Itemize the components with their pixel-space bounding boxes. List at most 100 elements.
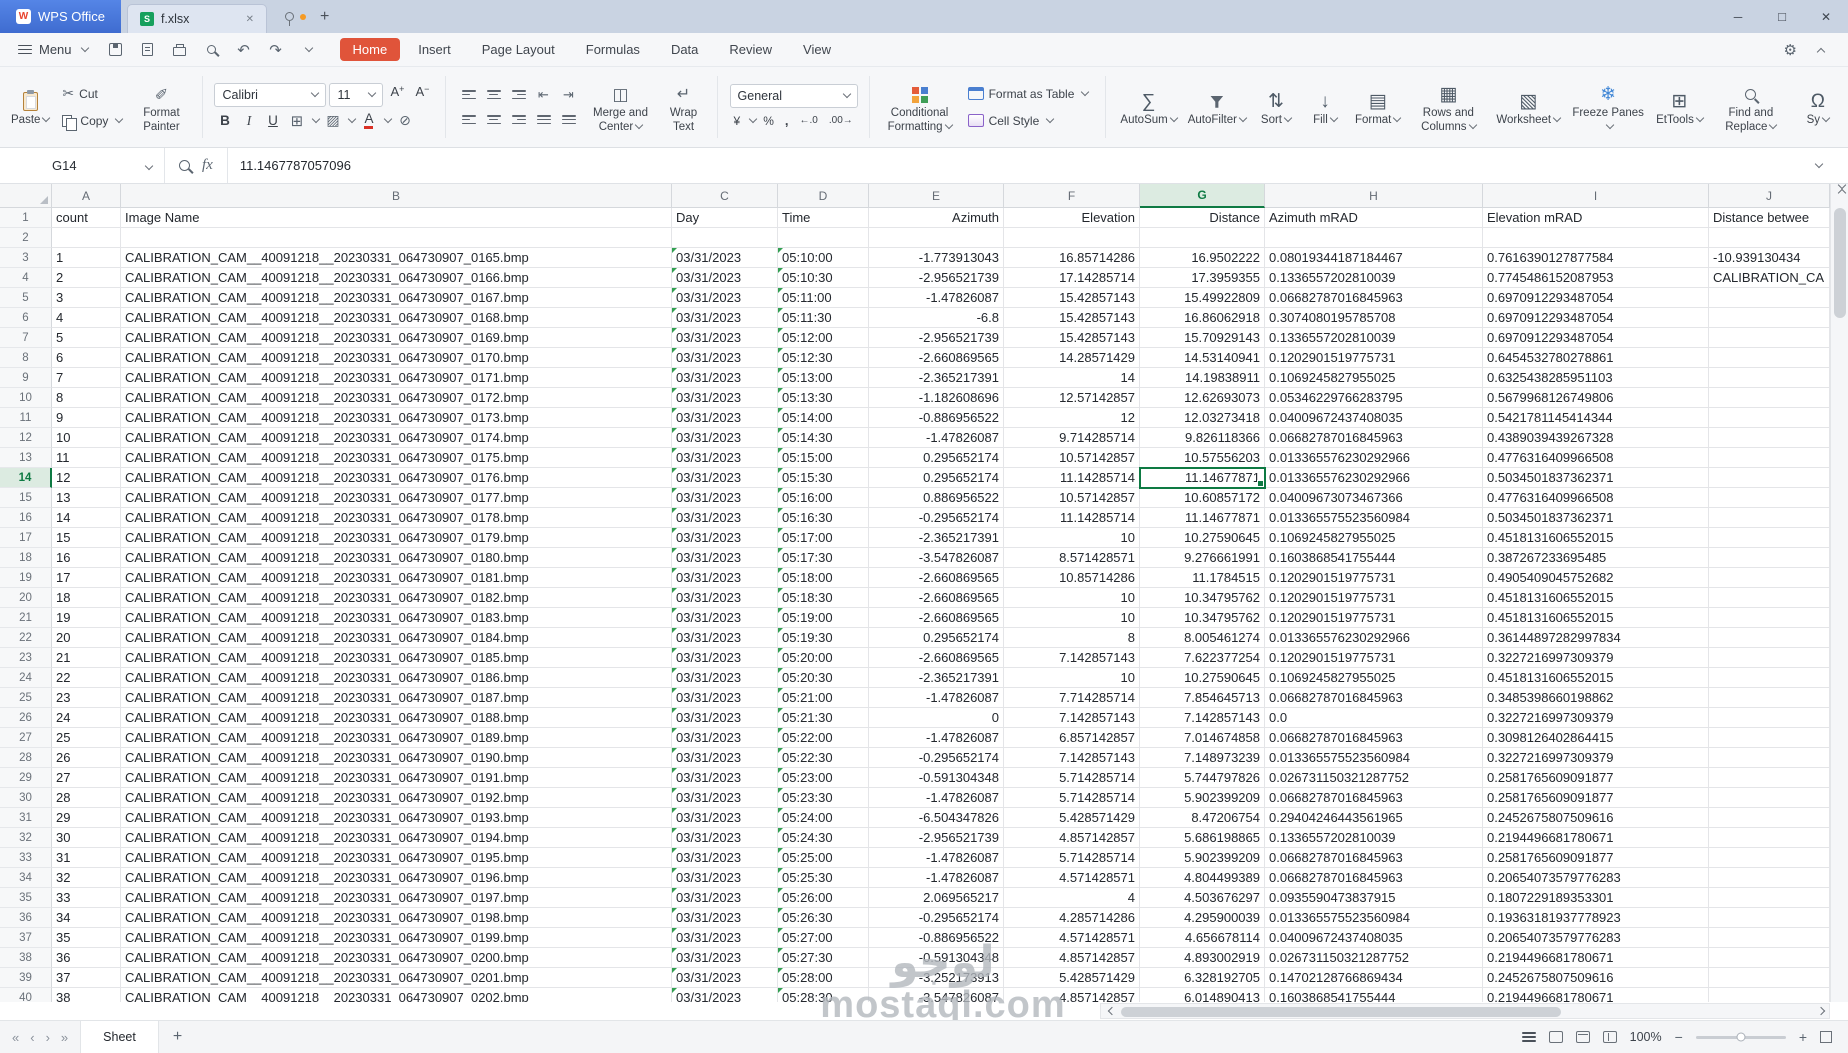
cell-A6[interactable]: 4 [52,308,121,328]
cell-B15[interactable]: CALIBRATION_CAM__40091218__20230331_0647… [121,488,672,508]
cell-E26[interactable]: 0 [869,708,1004,728]
cell-F2[interactable] [1004,228,1140,248]
cell-I29[interactable]: 0.2581765609091877 [1483,768,1709,788]
cell-C17[interactable]: 03/31/2023 [672,528,778,548]
decrease-decimal-button[interactable] [825,111,857,131]
autosum-button[interactable]: ∑ AutoSum [1117,85,1179,130]
row-header-23[interactable]: 23 [0,648,52,668]
decrease-indent-button[interactable]: ⇤ [533,84,555,106]
cell-I13[interactable]: 0.4776316409966508 [1483,448,1709,468]
tab-review[interactable]: Review [716,38,785,61]
cell-F32[interactable]: 4.857142857 [1004,828,1140,848]
tab-home[interactable]: Home [339,38,401,61]
cell-C7[interactable]: 03/31/2023 [672,328,778,348]
cell-D29[interactable]: 05:23:00 [778,768,869,788]
row-header-11[interactable]: 11 [0,408,52,428]
cell-D5[interactable]: 05:11:00 [778,288,869,308]
cell-I7[interactable]: 0.6970912293487054 [1483,328,1709,348]
cell-E33[interactable]: -1.47826087 [869,848,1004,868]
cell-A19[interactable]: 17 [52,568,121,588]
cell-I35[interactable]: 0.1807229189353301 [1483,888,1709,908]
cell-I15[interactable]: 0.4776316409966508 [1483,488,1709,508]
cell-J8[interactable] [1709,348,1830,368]
cell-J17[interactable] [1709,528,1830,548]
cell-C11[interactable]: 03/31/2023 [672,408,778,428]
cell-D25[interactable]: 05:21:00 [778,688,869,708]
cell-G26[interactable]: 7.142857143 [1140,708,1265,728]
cell-J18[interactable] [1709,548,1830,568]
percent-button[interactable] [759,111,778,131]
cell-A11[interactable]: 9 [52,408,121,428]
cell-A2[interactable] [52,228,121,248]
cell-B16[interactable]: CALIBRATION_CAM__40091218__20230331_0647… [121,508,672,528]
cell-E29[interactable]: -0.591304348 [869,768,1004,788]
cell-J2[interactable] [1709,228,1830,248]
cell-F4[interactable]: 17.14285714 [1004,268,1140,288]
cell-F23[interactable]: 7.142857143 [1004,648,1140,668]
row-header-33[interactable]: 33 [0,848,52,868]
cell-I12[interactable]: 0.4389039439267328 [1483,428,1709,448]
cell-G5[interactable]: 15.49922809 [1140,288,1265,308]
cell-J37[interactable] [1709,928,1830,948]
cell-A27[interactable]: 25 [52,728,121,748]
increase-font-button[interactable] [386,84,408,106]
cell-C35[interactable]: 03/31/2023 [672,888,778,908]
cell-I31[interactable]: 0.2452675807509616 [1483,808,1709,828]
cell-C6[interactable]: 03/31/2023 [672,308,778,328]
scroll-left-icon[interactable] [1107,1006,1117,1016]
cell-I2[interactable] [1483,228,1709,248]
cell-E28[interactable]: -0.295652174 [869,748,1004,768]
zoom-level[interactable]: 100% [1630,1030,1662,1044]
row-header-4[interactable]: 4 [0,268,52,288]
cell-J27[interactable] [1709,728,1830,748]
cell-I4[interactable]: 0.7745486152087953 [1483,268,1709,288]
cell-E11[interactable]: -0.886956522 [869,408,1004,428]
cell-H32[interactable]: 0.1336557202810039 [1265,828,1483,848]
column-header-I[interactable]: I [1483,184,1709,208]
cell-A40[interactable]: 38 [52,988,121,1002]
cell-C3[interactable]: 03/31/2023 [672,248,778,268]
cell-D34[interactable]: 05:25:30 [778,868,869,888]
cell-A8[interactable]: 6 [52,348,121,368]
cell-I24[interactable]: 0.4518131606552015 [1483,668,1709,688]
font-size-select[interactable]: 11 [329,82,384,107]
cell-B20[interactable]: CALIBRATION_CAM__40091218__20230331_0647… [121,588,672,608]
cell-J25[interactable] [1709,688,1830,708]
cell-G36[interactable]: 4.295900039 [1140,908,1265,928]
formula-bar-value[interactable]: 11.1467787057096 [228,158,351,173]
cell-G16[interactable]: 11.14677871 [1140,508,1265,528]
underline-button[interactable] [262,110,283,132]
cell-J29[interactable] [1709,768,1830,788]
cell-A38[interactable]: 36 [52,948,121,968]
row-header-20[interactable]: 20 [0,588,52,608]
cell-D20[interactable]: 05:18:30 [778,588,869,608]
cell-F8[interactable]: 14.28571429 [1004,348,1140,368]
column-header-G[interactable]: G [1140,184,1265,208]
cell-G3[interactable]: 16.9502222 [1140,248,1265,268]
cell-F10[interactable]: 12.57142857 [1004,388,1140,408]
cell-H2[interactable] [1265,228,1483,248]
clear-format-button[interactable] [394,110,415,132]
cell-G10[interactable]: 12.62693073 [1140,388,1265,408]
cell-J26[interactable] [1709,708,1830,728]
menu-button[interactable]: Menu [10,37,96,63]
cell-F15[interactable]: 10.57142857 [1004,488,1140,508]
cell-F39[interactable]: 5.428571429 [1004,968,1140,988]
cell-C15[interactable]: 03/31/2023 [672,488,778,508]
cell-F19[interactable]: 10.85714286 [1004,568,1140,588]
cell-J32[interactable] [1709,828,1830,848]
row-header-10[interactable]: 10 [0,388,52,408]
cell-H6[interactable]: 0.3074080195785708 [1265,308,1483,328]
pin-icon[interactable] [284,12,294,26]
cell-D9[interactable]: 05:13:00 [778,368,869,388]
cell-H20[interactable]: 0.1202901519775731 [1265,588,1483,608]
cell-B36[interactable]: CALIBRATION_CAM__40091218__20230331_0647… [121,908,672,928]
cell-J9[interactable] [1709,368,1830,388]
cell-J14[interactable] [1709,468,1830,488]
cell-B6[interactable]: CALIBRATION_CAM__40091218__20230331_0647… [121,308,672,328]
column-header-B[interactable]: B [121,184,672,208]
cell-I8[interactable]: 0.6454532780278861 [1483,348,1709,368]
cell-D17[interactable]: 05:17:00 [778,528,869,548]
cell-H30[interactable]: 0.06682787016845963 [1265,788,1483,808]
cell-D14[interactable]: 05:15:30 [778,468,869,488]
